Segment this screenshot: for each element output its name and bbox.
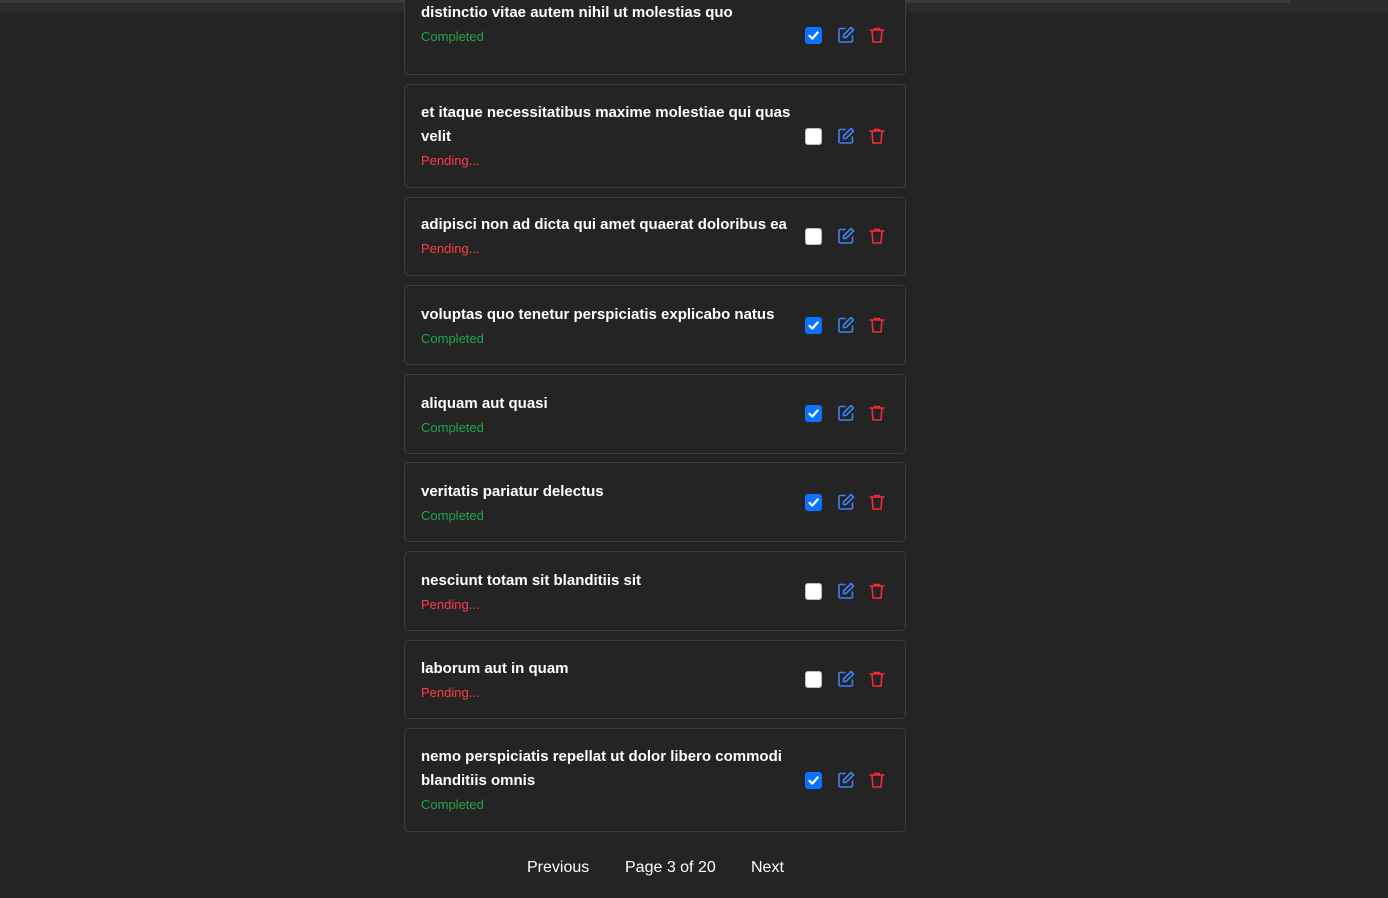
delete-button[interactable] bbox=[867, 226, 887, 246]
todo-text: distinctio vitae autem nihil ut molestia… bbox=[421, 1, 799, 47]
todo-title: aliquam aut quasi bbox=[421, 395, 548, 412]
next-button[interactable]: Next bbox=[751, 856, 784, 880]
todo-status: Completed bbox=[421, 420, 484, 435]
todo-card: nesciunt totam sit blanditiis sit Pending… bbox=[404, 551, 906, 631]
delete-button[interactable] bbox=[867, 25, 887, 45]
todo-status: Pending... bbox=[421, 597, 480, 612]
trash-icon bbox=[867, 671, 887, 693]
completed-checkbox[interactable] bbox=[805, 128, 822, 145]
todo-status: Completed bbox=[421, 331, 484, 346]
todo-actions bbox=[805, 226, 889, 248]
todo-title: veritatis pariatur delectus bbox=[421, 483, 604, 500]
completed-checkbox[interactable] bbox=[805, 405, 822, 422]
pagination: Previous Page 3 of 20 Next bbox=[404, 856, 906, 880]
todo-actions bbox=[805, 403, 889, 425]
edit-icon bbox=[836, 227, 856, 250]
todo-title: et itaque necessitatibus maxime molestia… bbox=[421, 104, 791, 145]
delete-button[interactable] bbox=[867, 770, 887, 790]
completed-checkbox[interactable] bbox=[805, 671, 822, 688]
todo-text: nemo perspiciatis repellat ut dolor libe… bbox=[421, 745, 799, 815]
todo-title: nemo perspiciatis repellat ut dolor libe… bbox=[421, 748, 782, 789]
trash-icon bbox=[867, 583, 887, 605]
todo-status: Completed bbox=[421, 797, 484, 812]
todo-card: aliquam aut quasi Completed bbox=[404, 374, 906, 454]
todo-actions bbox=[805, 126, 889, 148]
delete-button[interactable] bbox=[867, 126, 887, 146]
todo-actions bbox=[805, 581, 889, 603]
edit-icon bbox=[836, 127, 856, 150]
todo-card: voluptas quo tenetur perspiciatis explic… bbox=[404, 285, 906, 365]
todo-actions bbox=[805, 492, 889, 514]
todo-text: adipisci non ad dicta qui amet quaerat d… bbox=[421, 213, 799, 259]
todo-card: adipisci non ad dicta qui amet quaerat d… bbox=[404, 197, 906, 276]
todo-card: distinctio vitae autem nihil ut molestia… bbox=[404, 0, 906, 75]
todo-status: Completed bbox=[421, 29, 484, 44]
completed-checkbox[interactable] bbox=[805, 317, 822, 334]
edit-icon bbox=[836, 316, 856, 339]
edit-icon bbox=[836, 771, 856, 794]
delete-button[interactable] bbox=[867, 315, 887, 335]
trash-icon bbox=[867, 405, 887, 427]
completed-checkbox[interactable] bbox=[805, 583, 822, 600]
todo-text: veritatis pariatur delectus Completed bbox=[421, 480, 799, 526]
edit-button[interactable] bbox=[836, 492, 856, 512]
edit-button[interactable] bbox=[836, 770, 856, 790]
edit-button[interactable] bbox=[836, 226, 856, 246]
delete-button[interactable] bbox=[867, 581, 887, 601]
todo-text: aliquam aut quasi Completed bbox=[421, 392, 799, 438]
edit-icon bbox=[836, 26, 856, 49]
completed-checkbox[interactable] bbox=[805, 494, 822, 511]
todo-actions bbox=[805, 315, 889, 337]
todo-actions bbox=[805, 770, 889, 792]
delete-button[interactable] bbox=[867, 669, 887, 689]
todo-card: veritatis pariatur delectus Completed bbox=[404, 462, 906, 542]
trash-icon bbox=[867, 228, 887, 250]
completed-checkbox[interactable] bbox=[805, 772, 822, 789]
edit-icon bbox=[836, 493, 856, 516]
todo-status: Pending... bbox=[421, 241, 480, 256]
trash-icon bbox=[867, 494, 887, 516]
delete-button[interactable] bbox=[867, 403, 887, 423]
todo-title: laborum aut in quam bbox=[421, 660, 569, 677]
todo-status: Completed bbox=[421, 508, 484, 523]
edit-icon bbox=[836, 404, 856, 427]
edit-icon bbox=[836, 582, 856, 605]
todo-card: et itaque necessitatibus maxime molestia… bbox=[404, 84, 906, 188]
todo-actions bbox=[805, 669, 889, 691]
todo-text: laborum aut in quam Pending... bbox=[421, 657, 799, 703]
todo-text: et itaque necessitatibus maxime molestia… bbox=[421, 101, 799, 171]
todo-text: nesciunt totam sit blanditiis sit Pending… bbox=[421, 569, 799, 615]
edit-button[interactable] bbox=[836, 25, 856, 45]
edit-icon bbox=[836, 670, 856, 693]
edit-button[interactable] bbox=[836, 315, 856, 335]
page-indicator: Page 3 of 20 bbox=[625, 859, 716, 876]
todo-text: voluptas quo tenetur perspiciatis explic… bbox=[421, 303, 799, 349]
edit-button[interactable] bbox=[836, 126, 856, 146]
todo-title: voluptas quo tenetur perspiciatis explic… bbox=[421, 306, 775, 323]
trash-icon bbox=[867, 128, 887, 150]
trash-icon bbox=[867, 317, 887, 339]
todo-title: nesciunt totam sit blanditiis sit bbox=[421, 572, 642, 589]
todo-card: laborum aut in quam Pending... bbox=[404, 640, 906, 719]
todo-status: Pending... bbox=[421, 153, 480, 168]
previous-button[interactable]: Previous bbox=[527, 856, 589, 880]
todo-status: Pending... bbox=[421, 685, 480, 700]
todo-actions bbox=[805, 25, 889, 47]
edit-button[interactable] bbox=[836, 581, 856, 601]
edit-button[interactable] bbox=[836, 403, 856, 423]
trash-icon bbox=[867, 772, 887, 794]
delete-button[interactable] bbox=[867, 492, 887, 512]
todo-title: adipisci non ad dicta qui amet quaerat d… bbox=[421, 216, 787, 233]
todo-card: nemo perspiciatis repellat ut dolor libe… bbox=[404, 728, 906, 832]
trash-icon bbox=[867, 27, 887, 49]
completed-checkbox[interactable] bbox=[805, 228, 822, 245]
todo-title: distinctio vitae autem nihil ut molestia… bbox=[421, 4, 733, 21]
completed-checkbox[interactable] bbox=[805, 27, 822, 44]
edit-button[interactable] bbox=[836, 669, 856, 689]
